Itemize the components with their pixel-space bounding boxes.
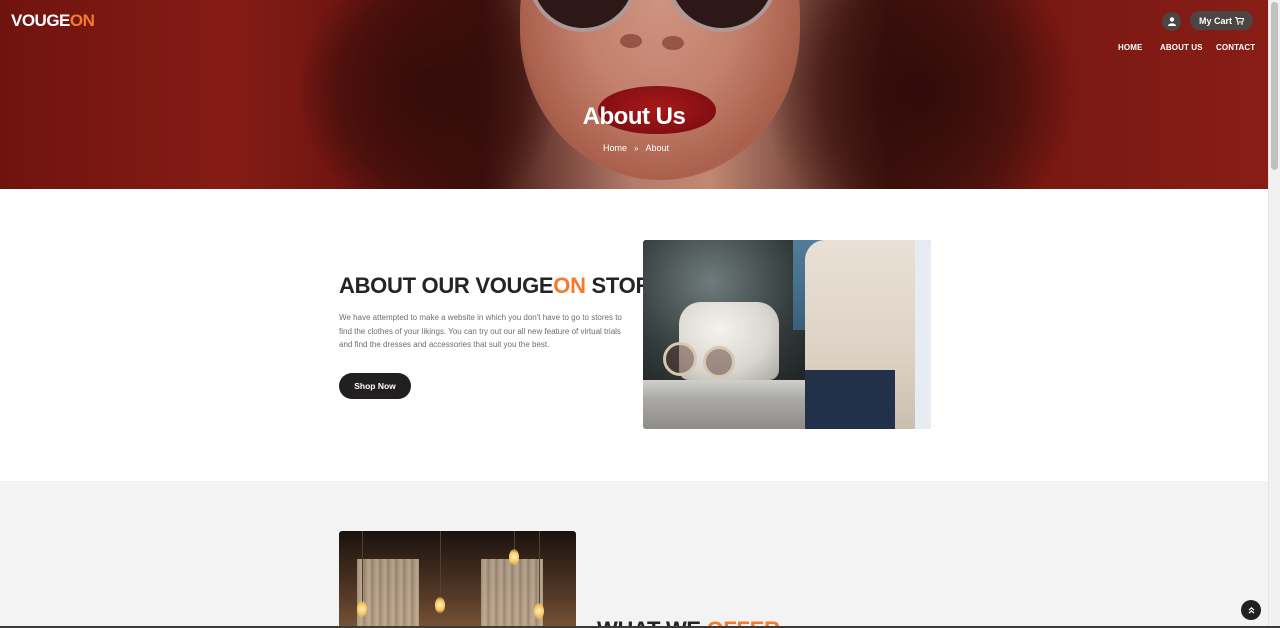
nav-contact[interactable]: CONTACT (1216, 43, 1255, 52)
offer-image (339, 531, 576, 628)
scrollbar-thumb[interactable] (1271, 2, 1278, 170)
logo-accent: ON (69, 11, 95, 30)
page-scrollbar[interactable] (1268, 0, 1280, 628)
chevron-double-up-icon (1248, 606, 1254, 614)
cart-label: My Cart (1198, 15, 1232, 26)
my-cart-button[interactable]: My Cart (1190, 11, 1253, 30)
hero-banner: VOUGEON My Cart HOME ABOUT US CONTACT Ab… (0, 0, 1268, 189)
about-store-image (643, 240, 931, 429)
scroll-to-top-button[interactable] (1241, 600, 1261, 620)
offer-section: WHAT WE OFFER (0, 481, 1268, 628)
about-section: ABOUT OUR VOUGEON STORE We have attempte… (0, 189, 1268, 481)
brand-logo[interactable]: VOUGEON (11, 11, 95, 31)
breadcrumb-current: About (645, 143, 669, 153)
page-title: About Us (582, 103, 686, 130)
breadcrumb-separator: » (634, 143, 639, 153)
about-title: ABOUT OUR VOUGEON STORE (339, 273, 666, 299)
shopping-cart-icon (1235, 16, 1244, 25)
shop-now-button[interactable]: Shop Now (339, 373, 411, 399)
about-description: We have attempted to make a website in w… (339, 313, 622, 349)
user-account-button[interactable] (1162, 12, 1181, 31)
breadcrumb: Home » About (603, 143, 669, 153)
page: VOUGEON My Cart HOME ABOUT US CONTACT Ab… (0, 0, 1280, 628)
about-title-accent: ON (553, 273, 586, 298)
nav-home[interactable]: HOME (1118, 43, 1142, 52)
user-icon (1167, 17, 1176, 26)
about-title-pre: ABOUT OUR VOUGE (339, 273, 554, 298)
logo-main: VOUGE (11, 11, 70, 30)
breadcrumb-home[interactable]: Home (603, 143, 627, 153)
nav-about-us[interactable]: ABOUT US (1160, 43, 1203, 52)
